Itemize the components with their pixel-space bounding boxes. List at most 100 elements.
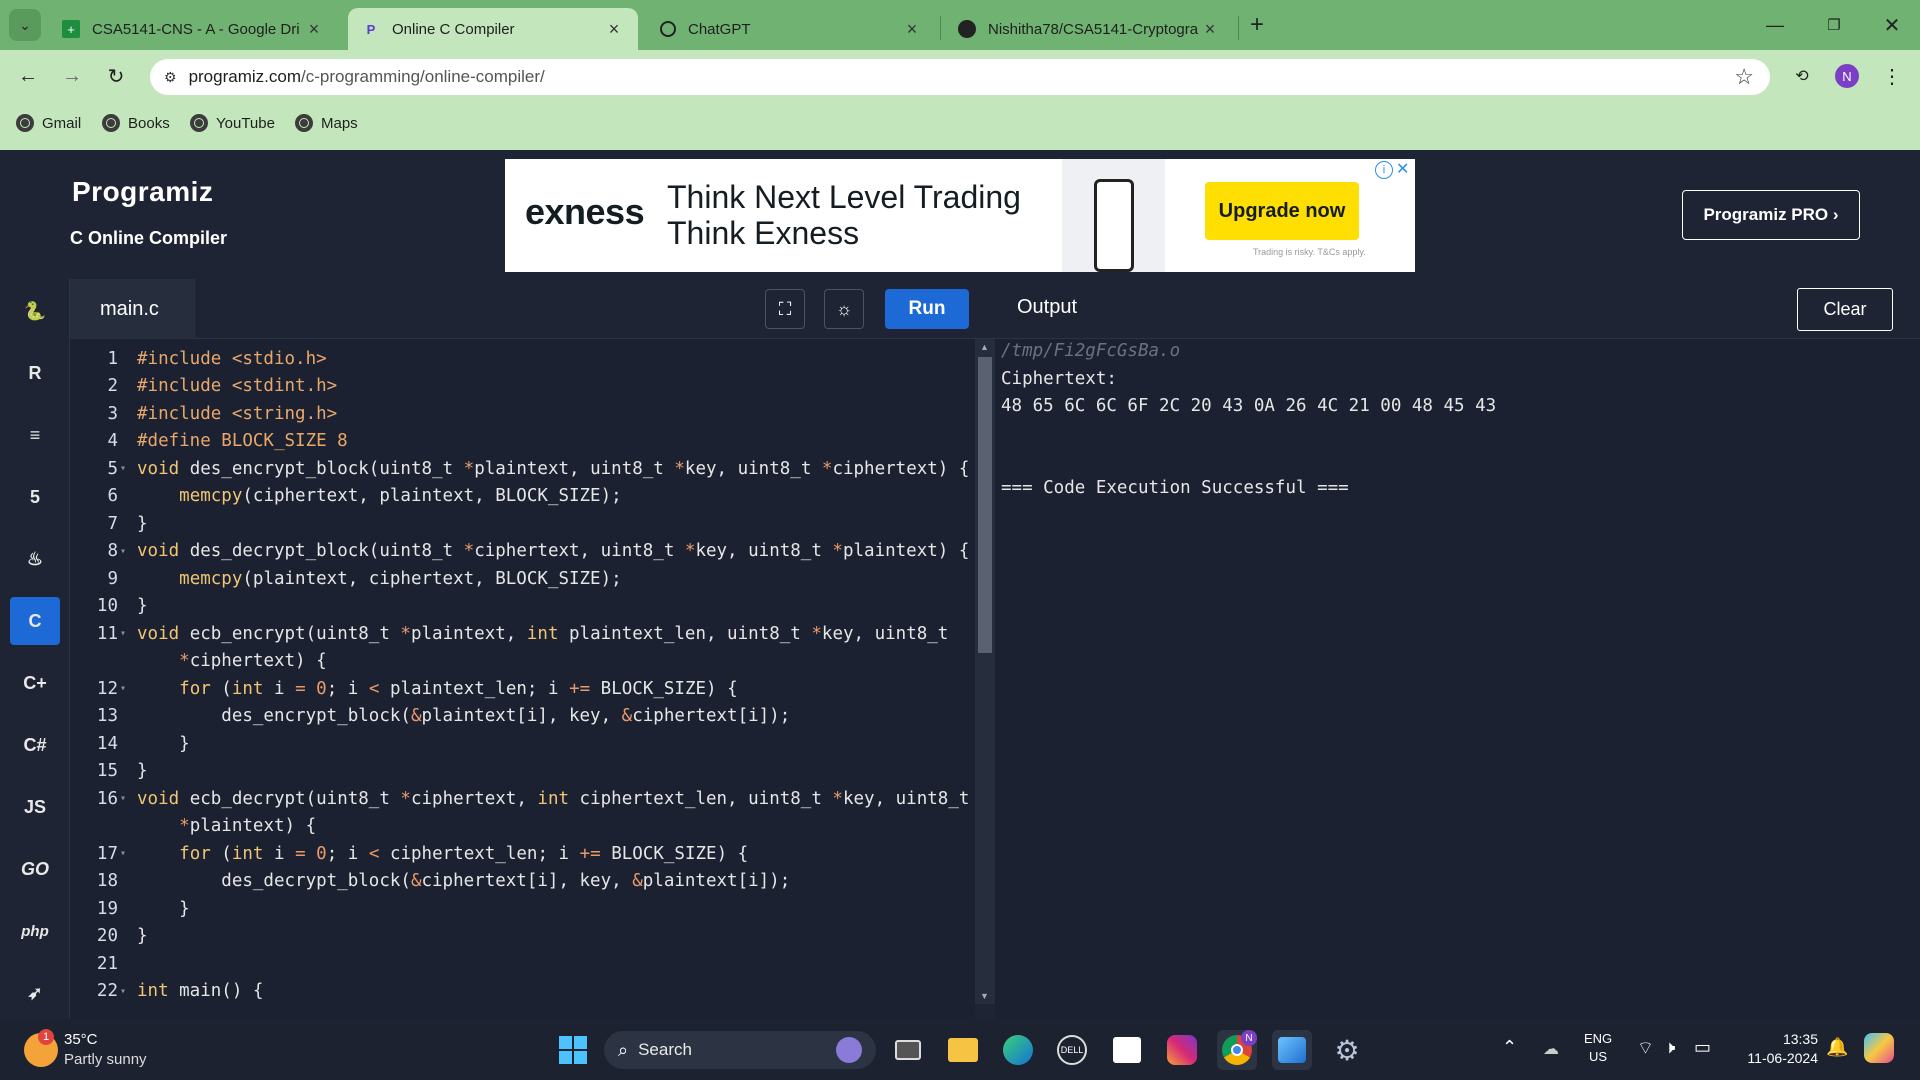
close-tab-icon[interactable]: ×: [304, 19, 324, 40]
notification-bell-icon[interactable]: 🔔: [1826, 1037, 1848, 1058]
code-line[interactable]: 7}: [70, 510, 975, 537]
edge-icon[interactable]: [998, 1030, 1038, 1070]
fold-arrow-icon[interactable]: ▾: [120, 546, 126, 557]
code-line[interactable]: 15}: [70, 758, 975, 785]
code-line[interactable]: 8 ▾ void des_decrypt_block(uint8_t *cipher…: [70, 538, 975, 565]
code-line[interactable]: 12 ▾ for (int i = 0; i < plaintext_len; i…: [70, 675, 975, 702]
python-icon[interactable]: 🐍: [10, 287, 60, 335]
theme-toggle-sun-icon[interactable]: ☼: [824, 289, 864, 329]
fold-arrow-icon[interactable]: ▾: [120, 683, 126, 694]
javascript-icon[interactable]: JS: [10, 783, 60, 831]
ad-banner[interactable]: exness Think Next Level Trading Think Ex…: [505, 159, 1415, 272]
c-language-icon[interactable]: C: [10, 597, 60, 645]
code-line[interactable]: 21: [70, 950, 975, 977]
go-icon[interactable]: GO: [10, 845, 60, 893]
code-line[interactable]: *ciphertext) {: [70, 648, 975, 675]
run-button[interactable]: Run: [885, 289, 969, 329]
fold-arrow-icon[interactable]: ▾: [120, 848, 126, 859]
code-line[interactable]: 5 ▾ void des_encrypt_block(uint8_t *plaint…: [70, 455, 975, 482]
tab-chatgpt[interactable]: ChatGPT ×: [646, 8, 936, 50]
bookmark-books[interactable]: Books: [102, 114, 170, 132]
html5-icon[interactable]: 5: [10, 473, 60, 521]
tab-google-drive[interactable]: + CSA5141-CNS - A - Google Dri ×: [48, 8, 338, 50]
fold-arrow-icon[interactable]: ▾: [120, 986, 126, 997]
close-window-icon[interactable]: ✕: [1872, 8, 1912, 42]
copilot-icon[interactable]: [1864, 1033, 1894, 1063]
chevron-up-icon[interactable]: ⌃: [1502, 1037, 1517, 1058]
php-icon[interactable]: php: [10, 907, 60, 955]
java-icon[interactable]: ♨: [10, 535, 60, 583]
clock[interactable]: 13:35 11-06-2024: [1728, 1030, 1818, 1068]
wifi-icon[interactable]: ⌔: [1637, 1037, 1654, 1060]
fullscreen-icon[interactable]: ⛶: [765, 289, 805, 329]
file-tab-main-c[interactable]: main.c: [70, 279, 195, 339]
code-line[interactable]: 11 ▾ void ecb_encrypt(uint8_t *plaintext, …: [70, 620, 975, 647]
scroll-up-icon[interactable]: ▲: [980, 342, 989, 352]
code-line[interactable]: 18 des_decrypt_block(&ciphertext[i], key…: [70, 868, 975, 895]
speaker-muted-icon[interactable]: 🕨: [1664, 1037, 1675, 1058]
language-indicator[interactable]: ENG US: [1584, 1030, 1612, 1066]
ad-close-icon[interactable]: ✕: [1396, 159, 1414, 179]
tab-search-button[interactable]: ⌄: [9, 9, 41, 41]
back-arrow-icon[interactable]: ←: [12, 60, 44, 92]
code-line[interactable]: 3 #include <string.h>: [70, 400, 975, 427]
code-line[interactable]: 13 des_encrypt_block(&plaintext[i], key,…: [70, 703, 975, 730]
paint-app-icon[interactable]: [1272, 1030, 1312, 1070]
code-line[interactable]: 20}: [70, 923, 975, 950]
menu-dots-icon[interactable]: ⋮: [1876, 60, 1908, 92]
file-explorer-icon[interactable]: [943, 1030, 983, 1070]
code-line[interactable]: 4 #define BLOCK_SIZE 8: [70, 428, 975, 455]
scroll-down-icon[interactable]: ▼: [980, 991, 989, 1001]
code-line[interactable]: 10}: [70, 593, 975, 620]
ad-cta-button[interactable]: Upgrade now: [1205, 182, 1359, 240]
code-line[interactable]: 6 memcpy(ciphertext, plaintext, BLOCK_SI…: [70, 483, 975, 510]
sql-database-icon[interactable]: ≡: [10, 411, 60, 459]
code-line[interactable]: 9 memcpy(plaintext, ciphertext, BLOCK_SI…: [70, 565, 975, 592]
bookmark-star-icon[interactable]: ☆: [1734, 64, 1754, 90]
microsoft-store-icon[interactable]: [1107, 1030, 1147, 1070]
editor-scrollbar[interactable]: ▲ ▼: [975, 339, 995, 1004]
clear-button[interactable]: Clear: [1797, 288, 1893, 331]
chrome-icon[interactable]: N: [1217, 1030, 1257, 1070]
minimize-icon[interactable]: —: [1755, 8, 1795, 42]
code-line[interactable]: 14 }: [70, 730, 975, 757]
reload-icon[interactable]: ↻: [100, 60, 132, 92]
close-tab-icon[interactable]: ×: [1200, 19, 1220, 40]
profile-avatar[interactable]: N: [1831, 60, 1863, 92]
extensions-icon[interactable]: ⟲: [1786, 60, 1818, 92]
bookmark-gmail[interactable]: Gmail: [16, 114, 81, 132]
scrollbar-thumb[interactable]: [978, 357, 992, 653]
taskbar-search[interactable]: ⌕ Search: [604, 1031, 876, 1069]
dell-icon[interactable]: DELL: [1052, 1030, 1092, 1070]
programiz-pro-button[interactable]: Programiz PRO ›: [1682, 190, 1860, 240]
restore-icon[interactable]: ❐: [1814, 8, 1854, 42]
code-line[interactable]: 2 #include <stdint.h>: [70, 373, 975, 400]
csharp-icon[interactable]: C#: [10, 721, 60, 769]
code-line[interactable]: 1 #include <stdio.h>: [70, 345, 975, 372]
new-tab-button[interactable]: +: [1237, 8, 1277, 42]
code-line[interactable]: *plaintext) {: [70, 813, 975, 840]
windows-start-icon[interactable]: [553, 1030, 593, 1070]
code-line[interactable]: 22 ▾ int main() {: [70, 978, 975, 1005]
ad-info-icon[interactable]: i: [1375, 161, 1393, 179]
close-tab-icon[interactable]: ×: [604, 19, 624, 40]
task-view-icon[interactable]: [888, 1030, 928, 1070]
onedrive-icon[interactable]: ☁: [1543, 1039, 1559, 1059]
code-line[interactable]: 17 ▾ for (int i = 0; i < ciphertext_len; …: [70, 840, 975, 867]
address-bar[interactable]: ⚙ programiz.com/c-programming/online-com…: [150, 59, 1770, 95]
code-line[interactable]: 19 }: [70, 895, 975, 922]
cpp-icon[interactable]: C+: [10, 659, 60, 707]
code-editor[interactable]: 1 #include <stdio.h> 2 #include <stdint.h> 3…: [70, 339, 975, 1019]
tab-github[interactable]: Nishitha78/CSA5141-Cryptogra ×: [944, 8, 1234, 50]
instagram-icon[interactable]: [1162, 1030, 1202, 1070]
tab-online-c-compiler[interactable]: P Online C Compiler ×: [348, 8, 638, 50]
r-language-icon[interactable]: R: [10, 349, 60, 397]
code-line[interactable]: 16 ▾ void ecb_decrypt(uint8_t *ciphertext,…: [70, 785, 975, 812]
swift-icon[interactable]: ➶: [10, 969, 60, 1017]
programiz-logo[interactable]: Programiz: [72, 176, 213, 208]
bookmark-youtube[interactable]: YouTube: [190, 114, 275, 132]
settings-gear-icon[interactable]: ⚙: [1327, 1030, 1367, 1070]
fold-arrow-icon[interactable]: ▾: [120, 793, 126, 804]
fold-arrow-icon[interactable]: ▾: [120, 628, 126, 639]
site-info-icon[interactable]: ⚙: [164, 69, 177, 86]
